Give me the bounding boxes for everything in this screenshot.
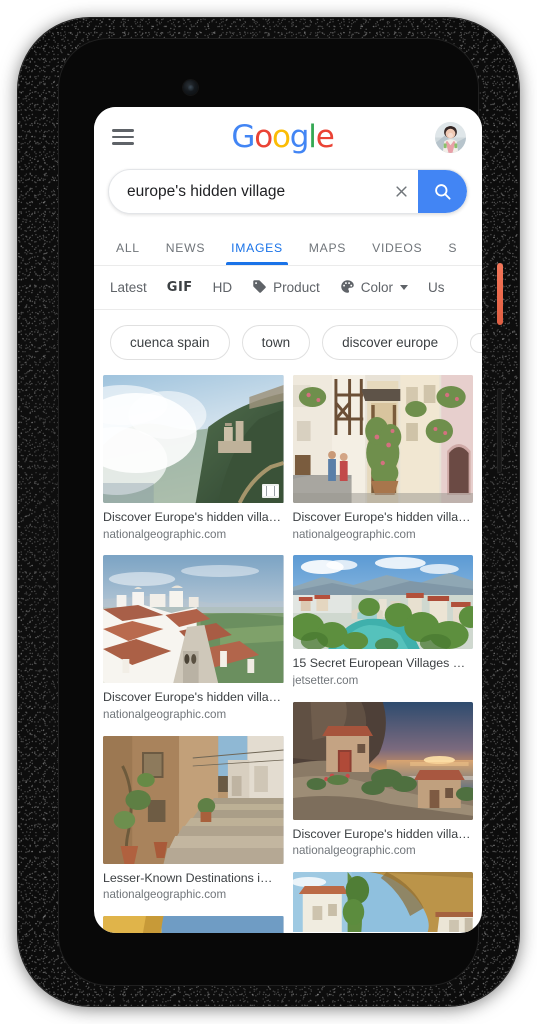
result-thumbnail[interactable] (292, 701, 473, 820)
result-site: nationalgeographic.com (103, 527, 227, 541)
filter-product[interactable]: Product (252, 279, 320, 297)
result-thumbnail[interactable] (103, 375, 284, 503)
result-title: Discover Europe's hidden villa… (292, 826, 471, 841)
tab-shopping[interactable]: S (435, 241, 470, 265)
result-site: nationalgeographic.com (103, 708, 227, 722)
image-result-card[interactable]: Discover Europe's hidden villa… national… (103, 375, 284, 542)
result-thumbnail[interactable] (103, 735, 284, 864)
tag-icon (252, 279, 267, 297)
close-icon[interactable] (384, 184, 418, 199)
phone-screen: Google europe's hidden village ALL NEWS … (94, 107, 482, 933)
chip-cuenca-spain[interactable]: cuenca spain (110, 325, 230, 360)
image-result-card[interactable]: Discover Europe's hidden villa… national… (103, 555, 284, 722)
result-title: 15 Secret European Villages … (292, 656, 466, 671)
image-result-card[interactable]: 15 Secret European Villages … jetsetter.… (292, 555, 473, 688)
filter-gif-label: GIF (166, 280, 193, 295)
image-results-grid: Discover Europe's hidden villa… national… (94, 375, 482, 933)
search-bar[interactable] (108, 169, 468, 214)
result-title: Discover Europe's hidden villa… (103, 510, 281, 524)
chip-discover-europe[interactable]: discover europe (322, 325, 459, 360)
palette-icon (340, 279, 355, 297)
chip-town[interactable]: town (241, 325, 311, 360)
chip-partial[interactable] (470, 332, 482, 353)
search-row (94, 169, 482, 214)
google-logo: Google (231, 118, 334, 155)
front-camera-icon (183, 80, 198, 95)
image-result-card[interactable]: Discover Europe's hidden villa… national… (292, 375, 473, 542)
image-result-card[interactable] (103, 916, 284, 933)
results-column-left: Discover Europe's hidden villa… national… (103, 375, 284, 933)
result-thumbnail[interactable] (292, 872, 473, 933)
search-button[interactable] (418, 170, 467, 213)
hamburger-menu-icon[interactable] (112, 129, 134, 145)
tab-maps[interactable]: MAPS (296, 241, 359, 265)
avatar[interactable] (435, 121, 466, 153)
search-tabs: ALL NEWS IMAGES MAPS VIDEOS S (94, 224, 482, 266)
filter-gif[interactable]: GIF (167, 280, 193, 295)
related-search-chips: cuenca spain town discover europe (94, 310, 482, 375)
filter-latest-label: Latest (110, 280, 147, 295)
filter-color[interactable]: Color (340, 279, 408, 297)
tab-all[interactable]: ALL (110, 241, 153, 265)
filter-hd-label: HD (212, 280, 233, 295)
result-thumbnail[interactable] (103, 916, 284, 933)
results-column-right: Discover Europe's hidden villa… national… (292, 375, 473, 933)
filter-hd[interactable]: HD (213, 280, 233, 295)
filter-product-label: Product (273, 280, 320, 295)
tab-news[interactable]: NEWS (153, 241, 218, 265)
result-title: Discover Europe's hidden villa… (103, 690, 281, 705)
result-site: jetsetter.com (292, 674, 359, 688)
chevron-down-icon (399, 285, 408, 290)
image-result-card[interactable]: Lesser-Known Destinations i… nationalgeo… (103, 735, 284, 903)
image-type-badge (261, 484, 279, 498)
search-input[interactable] (109, 182, 384, 201)
result-site: nationalgeographic.com (292, 844, 416, 858)
image-result-card[interactable]: Discover Europe's hidden villa… national… (292, 701, 473, 859)
result-title: Discover Europe's hidden villa… (292, 510, 471, 524)
filter-color-label: Color (360, 280, 393, 295)
volume-button[interactable] (497, 388, 502, 473)
result-thumbnail[interactable] (103, 555, 284, 684)
result-site: nationalgeographic.com (292, 527, 416, 541)
phone-device-frame: Google europe's hidden village ALL NEWS … (18, 18, 519, 1006)
result-thumbnail[interactable] (292, 555, 473, 650)
tab-videos[interactable]: VIDEOS (359, 241, 435, 265)
result-site: nationalgeographic.com (103, 888, 227, 902)
image-result-card[interactable] (292, 872, 473, 933)
image-filter-bar: Latest GIF HD Product Color Us (94, 266, 482, 310)
power-button[interactable] (497, 263, 503, 325)
filter-latest[interactable]: Latest (110, 280, 147, 295)
result-title: Lesser-Known Destinations i… (103, 870, 273, 885)
tab-images[interactable]: IMAGES (218, 241, 296, 265)
app-header: Google (94, 107, 482, 167)
result-thumbnail[interactable] (292, 375, 473, 503)
filter-usage-rights-label: Us (427, 280, 445, 295)
filter-usage-rights[interactable]: Us (428, 280, 445, 295)
